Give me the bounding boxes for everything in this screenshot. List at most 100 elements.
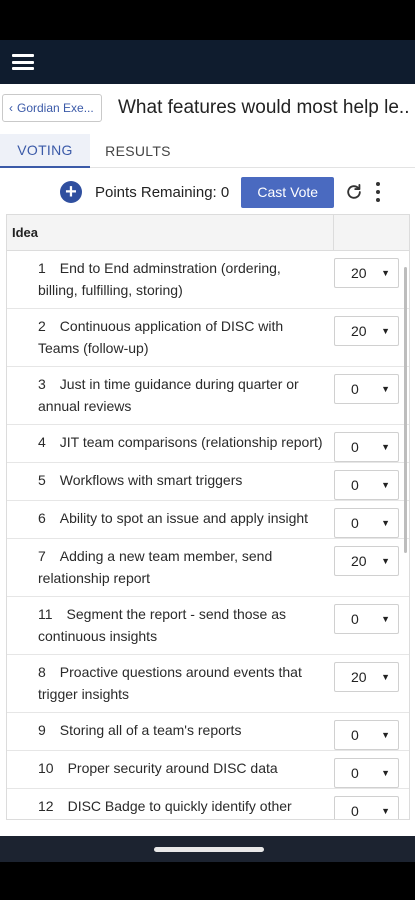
caret-down-icon: ▼ <box>381 730 390 740</box>
scrollbar[interactable] <box>404 267 407 553</box>
voting-toolbar: + Points Remaining: 0 Cast Vote <box>0 174 415 210</box>
table-row: 11 Segment the report - send those as con… <box>7 597 409 655</box>
caret-down-icon: ▼ <box>381 384 390 394</box>
idea-number: 2 <box>38 318 46 334</box>
points-dropdown[interactable]: 0 ▼ <box>334 508 399 538</box>
idea-text: Just in time guidance during quarter or … <box>38 376 299 414</box>
points-cell: 0 ▼ <box>334 463 405 500</box>
idea-text: Storing all of a team's reports <box>59 722 242 738</box>
idea-number: 11 <box>38 606 53 622</box>
caret-down-icon: ▼ <box>381 768 390 778</box>
points-value: 0 <box>351 439 359 455</box>
idea-cell: 5 Workflows with smart triggers <box>7 463 334 498</box>
idea-text: Segment the report - send those as conti… <box>38 606 287 644</box>
points-value: 0 <box>351 381 359 397</box>
points-cell: 0 ▼ <box>334 425 405 462</box>
back-button[interactable]: ‹ Gordian Exe... <box>2 94 102 122</box>
table-row: 1 End to End adminstration (ordering, bil… <box>7 251 409 309</box>
system-nav-bar <box>0 836 415 900</box>
idea-cell: 10 Proper security around DISC data <box>7 751 334 786</box>
points-dropdown[interactable]: 0 ▼ <box>334 374 399 404</box>
idea-cell: 7 Adding a new team member, send relation… <box>7 539 334 596</box>
idea-cell: 1 End to End adminstration (ordering, bil… <box>7 251 334 308</box>
caret-down-icon: ▼ <box>381 614 390 624</box>
idea-number: 3 <box>38 376 46 392</box>
points-value: 0 <box>351 727 359 743</box>
idea-number: 9 <box>38 722 46 738</box>
home-indicator[interactable] <box>154 847 264 852</box>
points-value: 0 <box>351 477 359 493</box>
idea-text: JIT team comparisons (relationship repor… <box>59 434 323 450</box>
table-row: 4 JIT team comparisons (relationship repo… <box>7 425 409 463</box>
idea-cell: 4 JIT team comparisons (relationship repo… <box>7 425 334 460</box>
points-value: 20 <box>351 265 367 281</box>
table-row: 9 Storing all of a team's reports 0 ▼ <box>7 713 409 751</box>
caret-down-icon: ▼ <box>381 556 390 566</box>
idea-text: Continuous application of DISC with Team… <box>38 318 284 356</box>
idea-number: 5 <box>38 472 46 488</box>
tab-bar: VOTING RESULTS <box>0 134 415 168</box>
column-header-points <box>334 215 409 250</box>
points-dropdown[interactable]: 20 ▼ <box>334 546 399 576</box>
main-content: ‹ Gordian Exe... What features would mos… <box>0 84 415 836</box>
idea-cell: 3 Just in time guidance during quarter or… <box>7 367 334 424</box>
points-dropdown[interactable]: 0 ▼ <box>334 796 399 819</box>
back-label: Gordian Exe... <box>17 101 94 115</box>
ideas-grid: Idea 1 End to End adminstration (ordering… <box>6 214 410 820</box>
refresh-icon[interactable] <box>344 182 364 202</box>
idea-cell: 12 DISC Badge to quickly identify other p… <box>7 789 334 819</box>
idea-number: 4 <box>38 434 46 450</box>
idea-text: Proactive questions around events that t… <box>38 664 302 702</box>
caret-down-icon: ▼ <box>381 442 390 452</box>
points-value: 0 <box>351 803 359 819</box>
points-dropdown[interactable]: 0 ▼ <box>334 604 399 634</box>
grid-header: Idea <box>7 215 409 251</box>
header-row: ‹ Gordian Exe... What features would mos… <box>0 84 415 132</box>
points-dropdown[interactable]: 20 ▼ <box>334 316 399 346</box>
idea-number: 8 <box>38 664 46 680</box>
points-value: 0 <box>351 611 359 627</box>
table-row: 12 DISC Badge to quickly identify other p… <box>7 789 409 819</box>
caret-down-icon: ▼ <box>381 518 390 528</box>
points-cell: 20 ▼ <box>334 251 405 288</box>
points-cell: 20 ▼ <box>334 655 405 692</box>
chevron-left-icon: ‹ <box>9 101 13 115</box>
table-row: 2 Continuous application of DISC with Tea… <box>7 309 409 367</box>
points-cell: 20 ▼ <box>334 309 405 346</box>
tab-voting[interactable]: VOTING <box>0 134 90 168</box>
app-bar <box>0 40 415 84</box>
idea-cell: 8 Proactive questions around events that … <box>7 655 334 712</box>
points-value: 20 <box>351 553 367 569</box>
points-dropdown[interactable]: 0 ▼ <box>334 758 399 788</box>
points-cell: 0 ▼ <box>334 751 405 788</box>
points-remaining: Points Remaining: 0 <box>95 183 230 201</box>
points-cell: 20 ▼ <box>334 539 405 576</box>
table-row: 7 Adding a new team member, send relation… <box>7 539 409 597</box>
points-cell: 0 ▼ <box>334 501 405 538</box>
plus-circle-icon[interactable]: + <box>60 181 82 203</box>
table-row: 6 Ability to spot an issue and apply insi… <box>7 501 409 539</box>
points-cell: 0 ▼ <box>334 597 405 634</box>
idea-text: Ability to spot an issue and apply insig… <box>59 510 309 526</box>
menu-icon[interactable] <box>12 54 34 70</box>
points-dropdown[interactable]: 0 ▼ <box>334 720 399 750</box>
points-dropdown[interactable]: 20 ▼ <box>334 258 399 288</box>
points-value: 20 <box>351 669 367 685</box>
cast-vote-button[interactable]: Cast Vote <box>241 176 335 208</box>
points-dropdown[interactable]: 20 ▼ <box>334 662 399 692</box>
points-dropdown[interactable]: 0 ▼ <box>334 470 399 500</box>
more-vertical-icon[interactable] <box>376 182 382 202</box>
idea-text: Proper security around DISC data <box>67 760 278 776</box>
idea-text: DISC Badge to quickly identify other peo… <box>67 798 292 814</box>
table-row: 5 Workflows with smart triggers 0 ▼ <box>7 463 409 501</box>
page-title: What features would most help le... <box>118 97 408 118</box>
idea-number: 10 <box>38 760 54 776</box>
table-row: 3 Just in time guidance during quarter or… <box>7 367 409 425</box>
table-row: 10 Proper security around DISC data 0 ▼ <box>7 751 409 789</box>
idea-text: End to End adminstration (ordering, bill… <box>38 260 281 298</box>
points-value: 0 <box>351 515 359 531</box>
tab-results[interactable]: RESULTS <box>90 134 186 168</box>
caret-down-icon: ▼ <box>381 806 390 816</box>
caret-down-icon: ▼ <box>381 672 390 682</box>
points-dropdown[interactable]: 0 ▼ <box>334 432 399 462</box>
